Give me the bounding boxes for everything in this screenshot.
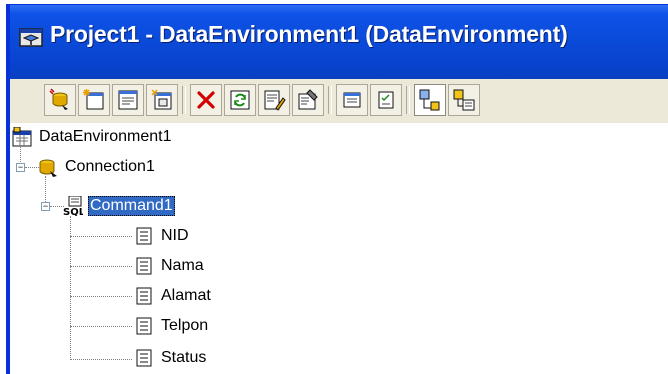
field-icon <box>136 287 152 305</box>
tree-node-field-nama[interactable]: Nama <box>134 254 206 278</box>
add-child-command-button[interactable] <box>146 84 178 116</box>
window-title: Project1 - DataEnvironment1 (DataEnviron… <box>50 21 568 47</box>
tree-node-label: Telpon <box>161 317 209 334</box>
arrange-by-objects-icon <box>453 89 475 111</box>
arrange-by-connections-icon <box>378 91 394 109</box>
design-icon <box>264 90 286 111</box>
insert-stored-procedures-button[interactable] <box>112 84 144 116</box>
field-icon <box>136 257 152 275</box>
properties-icon <box>298 89 318 110</box>
insert-stored-procedures-icon <box>118 90 138 110</box>
data-environment-window-icon[interactable] <box>19 27 43 49</box>
sql-command-icon: SQL <box>63 196 83 216</box>
data-environment-window: Project1 - DataEnvironment1 (DataEnviron… <box>6 4 668 374</box>
design-button[interactable] <box>258 84 290 116</box>
arrange-by-objects-icon <box>419 89 440 111</box>
collapse-connection1-toggle[interactable]: − <box>16 163 25 172</box>
field-icon <box>136 349 152 367</box>
tree-node-label: DataEnvironment1 <box>39 128 172 145</box>
tree-node-label: NID <box>161 227 189 244</box>
tree-node-field-nid[interactable]: NID <box>134 224 191 248</box>
delete-icon <box>197 91 215 109</box>
view-code-icon <box>343 92 361 108</box>
arrange-by-connections-button[interactable] <box>370 84 402 116</box>
svg-text:SQL: SQL <box>63 207 83 216</box>
add-connection-button[interactable] <box>44 84 76 116</box>
add-command-button[interactable] <box>78 84 110 116</box>
tree-node-field-alamat[interactable]: Alamat <box>134 284 213 308</box>
view-code-button[interactable] <box>336 84 368 116</box>
tree-node-label: Connection1 <box>65 158 155 175</box>
data-environment-tree[interactable]: − − DataEnvironment1 Connection1 SQL Com… <box>10 124 668 374</box>
arrange-by-objects-2-button[interactable] <box>448 84 480 116</box>
collapse-command1-toggle[interactable]: − <box>41 202 50 211</box>
arrange-by-objects-button[interactable] <box>414 84 446 116</box>
add-command-icon <box>83 89 104 110</box>
refresh-button[interactable] <box>224 84 256 116</box>
tree-node-data-environment[interactable]: DataEnvironment1 <box>12 125 174 149</box>
tree-node-command1[interactable]: SQL Command1 <box>63 194 175 218</box>
field-icon <box>136 227 152 245</box>
delete-button[interactable] <box>190 84 222 116</box>
tree-node-label: Status <box>161 349 207 366</box>
properties-button[interactable] <box>292 84 324 116</box>
refresh-icon <box>230 90 250 110</box>
add-connection-icon <box>49 88 68 110</box>
tree-node-connection1[interactable]: Connection1 <box>38 155 157 179</box>
tree-node-label: Command1 <box>88 196 175 216</box>
add-child-command-icon <box>151 89 172 110</box>
tree-node-field-status[interactable]: Status <box>134 346 208 370</box>
field-icon <box>136 317 152 335</box>
toolbar <box>10 79 668 124</box>
tree-node-label: Nama <box>161 257 204 274</box>
title-bar[interactable]: Project1 - DataEnvironment1 (DataEnviron… <box>10 5 668 79</box>
data-environment-icon <box>12 127 32 147</box>
connection-icon <box>39 159 57 177</box>
tree-node-field-telpon[interactable]: Telpon <box>134 314 210 338</box>
tree-node-label: Alamat <box>161 287 211 304</box>
